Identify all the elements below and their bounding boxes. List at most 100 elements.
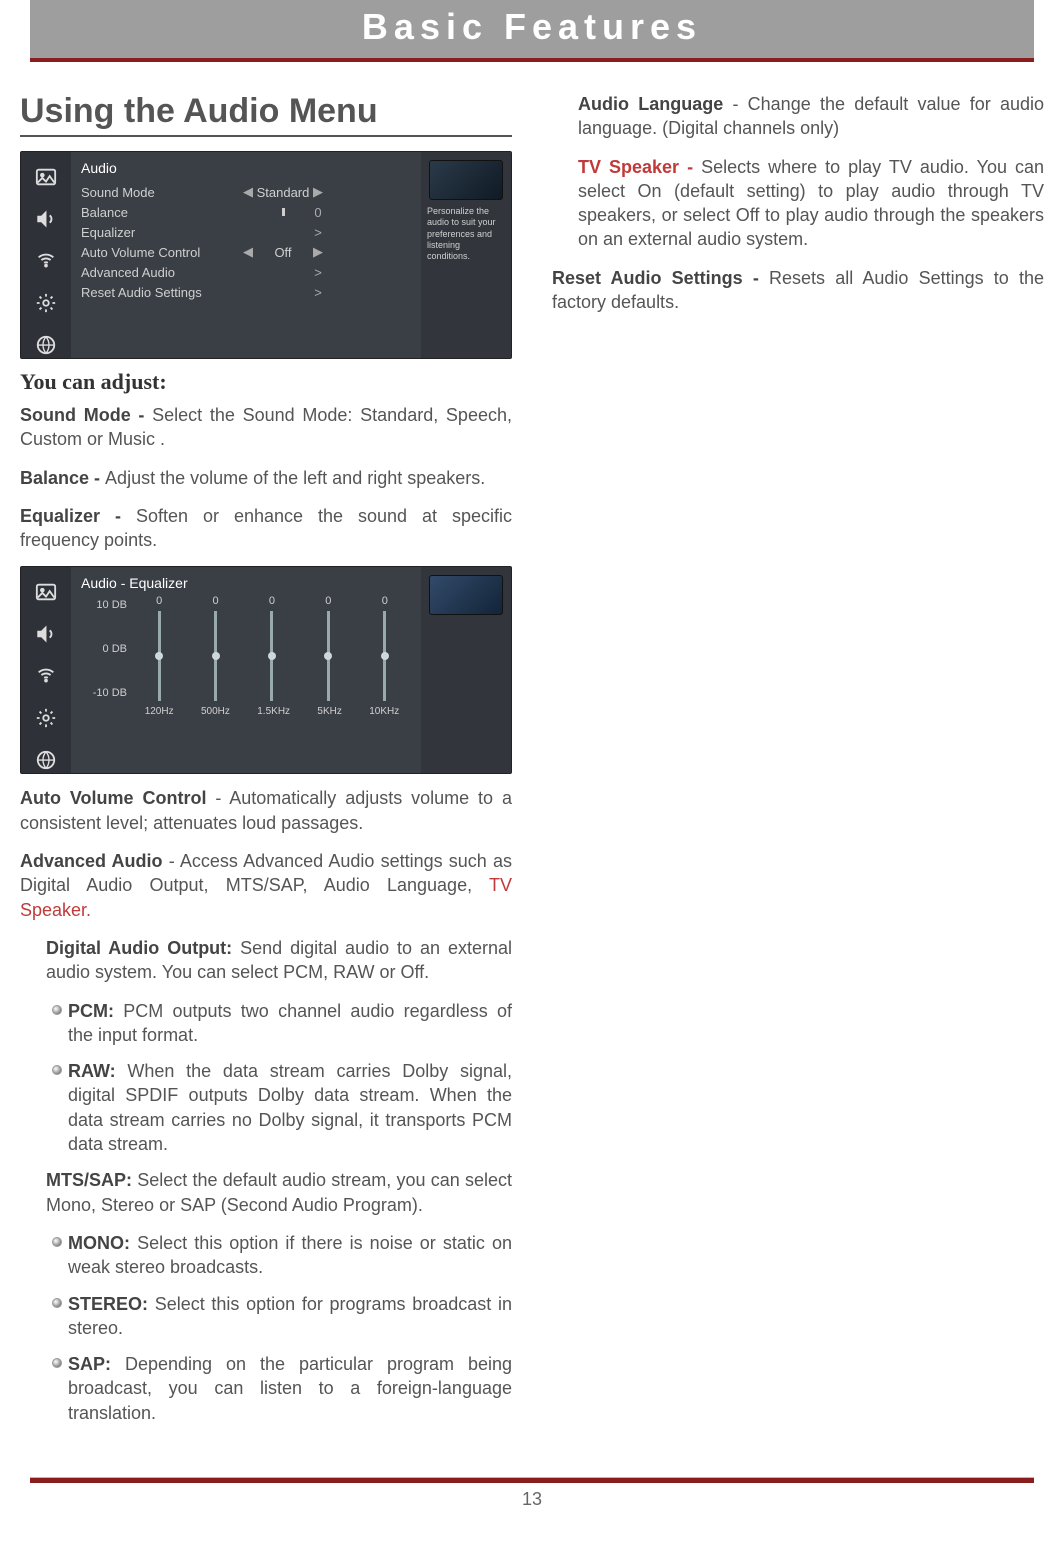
para-avc: Auto Volume Control - Automatically adju… bbox=[20, 786, 512, 835]
band-value: 0 bbox=[213, 595, 219, 607]
label: Balance - bbox=[20, 468, 105, 488]
bullet-icon bbox=[46, 999, 68, 1048]
section-title: Using the Audio Menu bbox=[20, 92, 512, 137]
globe-icon bbox=[33, 747, 59, 773]
text: Adjust the volume of the left and right … bbox=[105, 468, 485, 488]
left-arrow-icon: ◀ bbox=[241, 244, 255, 260]
label: SAP: bbox=[68, 1354, 125, 1374]
row-value: Off bbox=[255, 245, 311, 260]
eq-x-axis: 120Hz 500Hz 1.5KHz 5KHz 10KHz bbox=[131, 706, 413, 717]
eq-right-pane bbox=[421, 567, 511, 773]
para-dao: Digital Audio Output: Send digital audio… bbox=[46, 936, 512, 985]
text: When the data stream carries Dolby signa… bbox=[68, 1061, 512, 1154]
label: MONO: bbox=[68, 1233, 137, 1253]
menu-help-text: Personalize the audio to suit your prefe… bbox=[427, 206, 505, 262]
para-advanced: Advanced Audio - Access Advanced Audio s… bbox=[20, 849, 512, 922]
row-label: Reset Audio Settings bbox=[81, 285, 241, 300]
band-handle bbox=[212, 652, 220, 660]
menu-row-reset: Reset Audio Settings > bbox=[81, 282, 415, 302]
label: Reset Audio Settings - bbox=[552, 268, 769, 288]
gear-icon bbox=[33, 705, 59, 731]
chevron-right-icon: > bbox=[311, 265, 325, 280]
right-arrow-icon: ▶ bbox=[311, 184, 325, 200]
menu-row-equalizer: Equalizer > bbox=[81, 222, 415, 242]
menu-row-avc: Auto Volume Control ◀ Off ▶ bbox=[81, 242, 415, 262]
bullet-sap: SAP: Depending on the particular program… bbox=[46, 1352, 512, 1425]
x-tick: 500Hz bbox=[201, 706, 230, 717]
x-tick: 5KHz bbox=[317, 706, 341, 717]
row-label: Balance bbox=[81, 205, 241, 220]
label: RAW: bbox=[68, 1061, 127, 1081]
band-handle bbox=[155, 652, 163, 660]
x-tick: 10KHz bbox=[369, 706, 399, 717]
chapter-heading: Basic Features bbox=[30, 0, 1034, 62]
y-tick: -10 DB bbox=[81, 687, 127, 699]
y-tick: 0 DB bbox=[81, 643, 127, 655]
equalizer-panel: Audio - Equalizer 10 DB 0 DB -10 DB 0 0 … bbox=[20, 566, 512, 774]
subhead-you-can-adjust: You can adjust: bbox=[20, 369, 512, 395]
eq-band: 0 bbox=[359, 597, 410, 701]
eq-y-axis: 10 DB 0 DB -10 DB bbox=[81, 597, 131, 717]
chevron-right-icon: > bbox=[311, 285, 325, 300]
row-right: 0 bbox=[311, 205, 325, 220]
row-label: Advanced Audio bbox=[81, 265, 241, 280]
right-arrow-icon: ▶ bbox=[311, 244, 325, 260]
menu-sidebar bbox=[21, 567, 71, 773]
row-label: Equalizer bbox=[81, 225, 241, 240]
preview-thumbnail bbox=[429, 575, 503, 615]
audio-icon bbox=[33, 621, 59, 647]
menu-row-advanced: Advanced Audio > bbox=[81, 262, 415, 282]
x-tick: 1.5KHz bbox=[257, 706, 290, 717]
equalizer-main: Audio - Equalizer 10 DB 0 DB -10 DB 0 0 … bbox=[71, 567, 421, 773]
band-value: 0 bbox=[156, 595, 162, 607]
eq-graph: 0 0 0 0 0 120Hz 500Hz 1.5KHz 5KHz bbox=[131, 597, 413, 717]
bullet-icon bbox=[46, 1292, 68, 1341]
para-reset: Reset Audio Settings - Resets all Audio … bbox=[552, 266, 1044, 315]
band-track bbox=[270, 611, 273, 701]
menu-row-balance: Balance 0 bbox=[81, 202, 415, 222]
label: Advanced Audio bbox=[20, 851, 163, 871]
label: Audio Language bbox=[578, 94, 723, 114]
band-handle bbox=[381, 652, 389, 660]
row-label: Sound Mode bbox=[81, 185, 241, 200]
picture-icon bbox=[33, 579, 59, 605]
eq-band: 0 bbox=[247, 597, 298, 701]
para-audio-language: Audio Language - Change the default valu… bbox=[578, 92, 1044, 141]
para-sound-mode: Sound Mode - Select the Sound Mode: Stan… bbox=[20, 403, 512, 452]
band-value: 0 bbox=[269, 595, 275, 607]
para-mts: MTS/SAP: Select the default audio stream… bbox=[46, 1168, 512, 1217]
bullet-stereo: STEREO: Select this option for programs … bbox=[46, 1292, 512, 1341]
label: STEREO: bbox=[68, 1294, 155, 1314]
text: PCM outputs two channel audio regardless… bbox=[68, 1001, 512, 1045]
eq-band: 0 bbox=[303, 597, 354, 701]
band-value: 0 bbox=[325, 595, 331, 607]
row-value bbox=[255, 208, 311, 216]
menu-sidebar bbox=[21, 152, 71, 358]
band-value: 0 bbox=[382, 595, 388, 607]
audio-icon bbox=[33, 206, 59, 232]
para-equalizer: Equalizer - Soften or enhance the sound … bbox=[20, 504, 512, 553]
menu-help-pane: Personalize the audio to suit your prefe… bbox=[421, 152, 511, 358]
label: Digital Audio Output: bbox=[46, 938, 240, 958]
bullet-icon bbox=[46, 1231, 68, 1280]
eq-band: 0 bbox=[134, 597, 185, 701]
band-track bbox=[158, 611, 161, 701]
label: MTS/SAP: bbox=[46, 1170, 137, 1190]
row-label: Auto Volume Control bbox=[81, 245, 241, 260]
chevron-right-icon: > bbox=[311, 225, 325, 240]
label-red: TV Speaker - bbox=[578, 157, 701, 177]
label: Equalizer - bbox=[20, 506, 136, 526]
audio-menu-panel: Audio Sound Mode ◀ Standard ▶ Balance 0 bbox=[20, 151, 512, 359]
menu-title: Audio bbox=[81, 160, 415, 176]
signal-icon bbox=[33, 248, 59, 274]
para-tv-speaker: TV Speaker - Selects where to play TV au… bbox=[578, 155, 1044, 252]
bullet-mono: MONO: Select this option if there is noi… bbox=[46, 1231, 512, 1280]
menu-row-sound-mode: Sound Mode ◀ Standard ▶ bbox=[81, 182, 415, 202]
eq-band: 0 bbox=[190, 597, 241, 701]
para-balance: Balance - Adjust the volume of the left … bbox=[20, 466, 512, 490]
bullet-pcm: PCM: PCM outputs two channel audio regar… bbox=[46, 999, 512, 1048]
row-value: Standard bbox=[255, 185, 311, 200]
gear-icon bbox=[33, 290, 59, 316]
bullet-raw: RAW: When the data stream carries Dolby … bbox=[46, 1059, 512, 1156]
picture-icon bbox=[33, 164, 59, 190]
